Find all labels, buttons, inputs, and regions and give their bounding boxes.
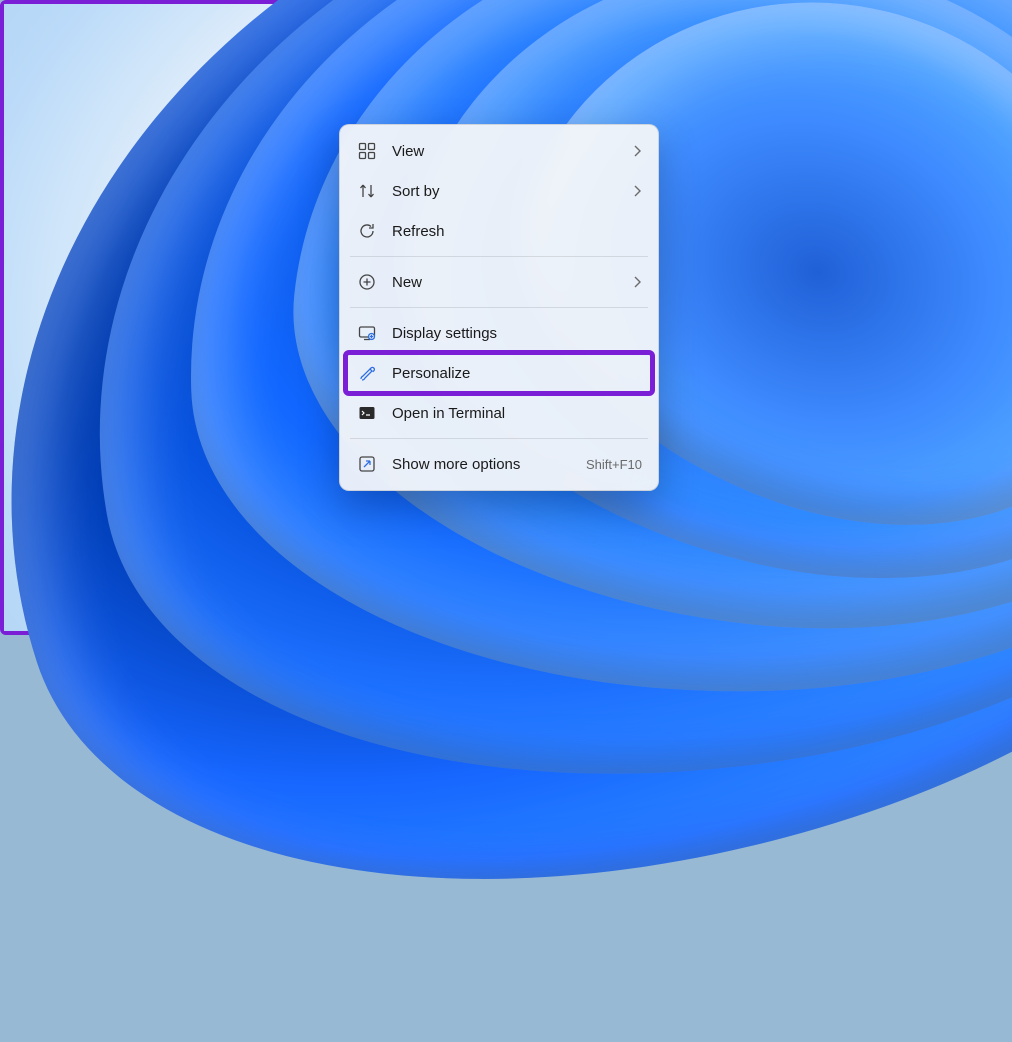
chevron-right-icon — [632, 184, 642, 198]
menu-item-shortcut: Shift+F10 — [586, 457, 642, 472]
refresh-icon — [356, 220, 378, 242]
new-icon — [356, 271, 378, 293]
menu-item-label: New — [392, 274, 618, 291]
menu-separator — [350, 438, 648, 439]
menu-item-open-in-terminal[interactable]: Open in Terminal — [346, 393, 652, 433]
menu-item-display-settings[interactable]: Display settings — [346, 313, 652, 353]
display-settings-icon — [356, 322, 378, 344]
menu-item-view[interactable]: View — [346, 131, 652, 171]
menu-item-label: Show more options — [392, 456, 572, 473]
menu-item-personalize[interactable]: Personalize — [346, 353, 652, 393]
menu-item-label: View — [392, 143, 618, 160]
menu-separator — [350, 256, 648, 257]
menu-separator — [350, 307, 648, 308]
menu-item-label: Display settings — [392, 325, 642, 342]
chevron-right-icon — [632, 144, 642, 158]
menu-item-label: Open in Terminal — [392, 405, 642, 422]
show-more-icon — [356, 453, 378, 475]
menu-item-refresh[interactable]: Refresh — [346, 211, 652, 251]
menu-item-label: Sort by — [392, 183, 618, 200]
chevron-right-icon — [632, 275, 642, 289]
menu-item-sort-by[interactable]: Sort by — [346, 171, 652, 211]
desktop-context-menu: View Sort by Refresh New — [339, 124, 659, 491]
sort-icon — [356, 180, 378, 202]
menu-item-show-more-options[interactable]: Show more options Shift+F10 — [346, 444, 652, 484]
menu-item-label: Personalize — [392, 365, 642, 382]
terminal-icon — [356, 402, 378, 424]
menu-item-new[interactable]: New — [346, 262, 652, 302]
view-icon — [356, 140, 378, 162]
menu-item-label: Refresh — [392, 223, 642, 240]
personalize-icon — [356, 362, 378, 384]
